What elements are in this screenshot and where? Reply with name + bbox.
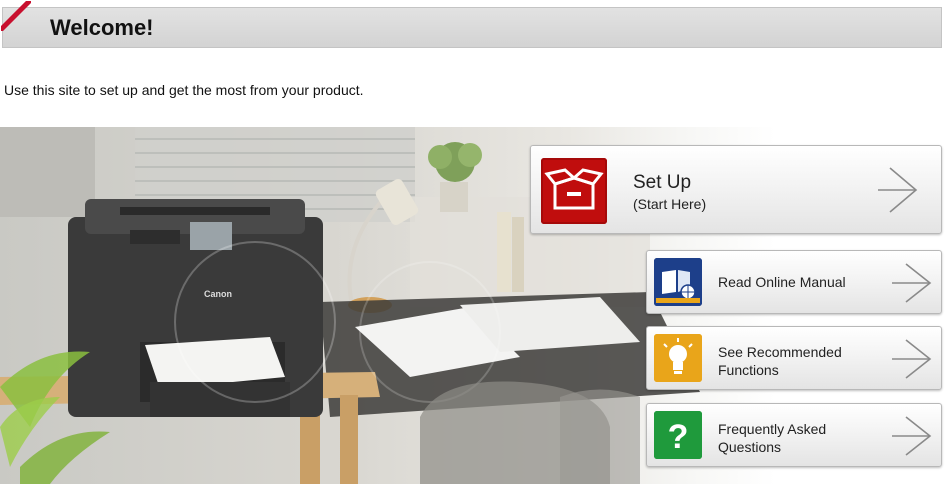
label-line-1: Frequently Asked: [718, 421, 827, 437]
chevron-right-icon: [892, 263, 932, 303]
chevron-right-icon: [892, 416, 932, 456]
red-ribbon-icon: [1, 1, 31, 31]
lightbulb-icon: [654, 334, 702, 382]
welcome-header: Welcome!: [2, 7, 942, 48]
page-title: Welcome!: [50, 15, 154, 40]
setup-sublabel: (Start Here): [633, 196, 707, 212]
label-line-2: Questions: [718, 439, 782, 455]
label-line-1: See Recommended: [718, 344, 842, 360]
chevron-right-icon: [878, 167, 918, 213]
printer-brand-label: Canon: [204, 289, 232, 299]
chevron-right-icon: [892, 339, 932, 379]
see-recommended-functions-label: See Recommended Functions: [718, 343, 842, 379]
question-mark-icon: ?: [654, 411, 702, 459]
intro-text: Use this site to set up and get the most…: [4, 82, 364, 98]
see-recommended-functions-button[interactable]: See Recommended Functions: [646, 326, 942, 390]
frequently-asked-questions-label: Frequently Asked Questions: [718, 420, 826, 456]
read-online-manual-button[interactable]: Read Online Manual: [646, 250, 942, 314]
frequently-asked-questions-button[interactable]: ? Frequently Asked Questions: [646, 403, 942, 467]
setup-button[interactable]: Set Up (Start Here): [530, 145, 942, 234]
setup-label: Set Up: [633, 172, 692, 193]
read-online-manual-label: Read Online Manual: [718, 274, 846, 290]
svg-text:?: ?: [668, 418, 689, 456]
box-icon: [541, 158, 607, 224]
online-manual-icon: [654, 258, 702, 306]
label-line-2: Functions: [718, 362, 779, 378]
